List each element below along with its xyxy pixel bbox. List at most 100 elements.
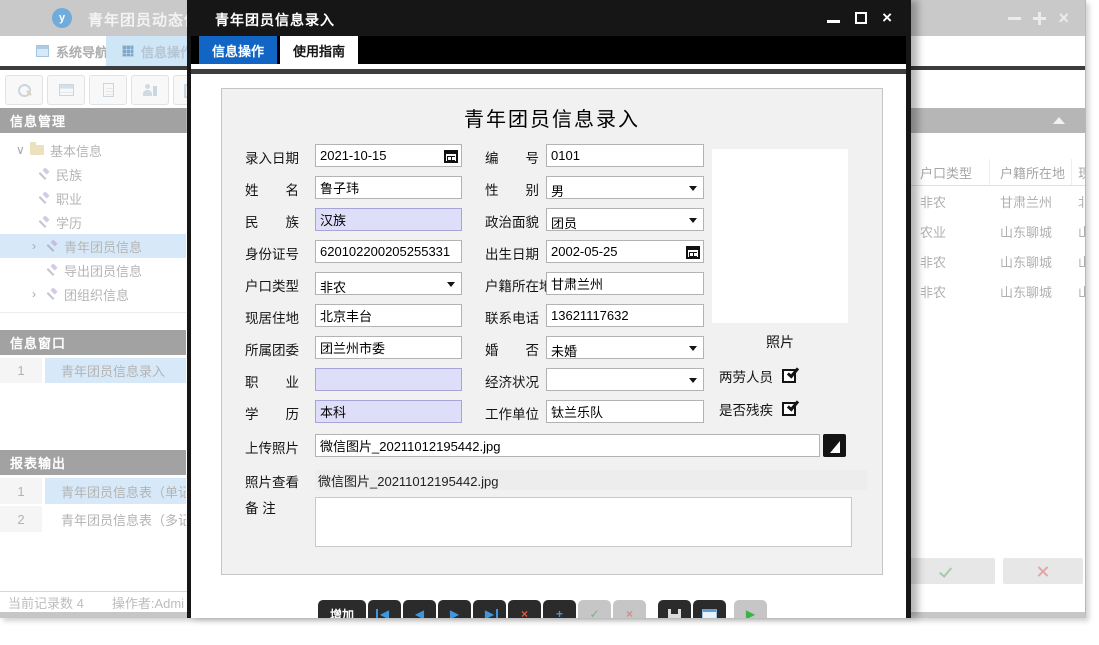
hammer-icon [46, 288, 58, 300]
marital-status-label: 婚 否 [485, 339, 539, 359]
id-number-input[interactable] [316, 241, 461, 262]
restore-icon[interactable] [1033, 12, 1046, 25]
name-input[interactable] [316, 177, 461, 198]
occupation-input[interactable] [316, 369, 461, 390]
x-icon [1037, 565, 1049, 577]
household-type-select[interactable]: 非农 [315, 272, 462, 295]
remark-textarea[interactable] [315, 497, 852, 547]
entry-date-input[interactable] [316, 145, 441, 166]
league-committee-field[interactable] [315, 336, 462, 359]
birth-date-input[interactable] [547, 241, 683, 262]
minimize-icon[interactable] [1008, 17, 1021, 20]
tree-item-basic-info[interactable]: ∨ 基本信息 [0, 138, 186, 162]
residence-field[interactable] [315, 304, 462, 327]
close-icon[interactable]: × [1058, 10, 1069, 26]
calendar-icon[interactable] [683, 243, 702, 261]
delete-button[interactable]: × [508, 600, 541, 618]
cancel-button[interactable]: × [613, 600, 646, 618]
grid-icon [122, 45, 134, 57]
id-number-field[interactable] [315, 240, 462, 263]
confirm-button[interactable]: ✓ [578, 600, 611, 618]
next-record-button[interactable]: ▶ [438, 600, 471, 618]
close-icon[interactable]: × [882, 11, 892, 24]
item-label: 青年团员信息表（多记 [45, 506, 186, 532]
cancel-button[interactable] [1003, 558, 1083, 584]
household-location-field[interactable] [546, 272, 704, 295]
prev-record-button[interactable]: ◀ [403, 600, 436, 618]
upload-photo-input[interactable] [316, 435, 819, 456]
name-field[interactable] [315, 176, 462, 199]
member-stats-button[interactable] [131, 75, 169, 105]
table-row[interactable]: 非农 山东聊城 山 [895, 276, 1086, 306]
tree-item-label: 导出团员信息 [64, 261, 142, 280]
political-status-select[interactable]: 团员 [546, 208, 704, 231]
education-input[interactable] [316, 401, 461, 422]
tree-item-youth-member-info[interactable]: › 青年团员信息 [0, 234, 186, 258]
first-record-button[interactable]: ◀ [368, 600, 401, 618]
entry-date-field[interactable] [315, 144, 462, 167]
work-unit-input[interactable] [547, 401, 703, 422]
section-header-report-output: 报表输出 [0, 450, 186, 475]
ethnicity-input[interactable] [316, 209, 461, 230]
form-view-button[interactable] [693, 600, 726, 618]
birth-date-label: 出生日期 [485, 243, 539, 263]
minimize-icon[interactable] [827, 20, 840, 23]
occupation-field[interactable] [315, 368, 462, 391]
maximize-icon[interactable] [855, 12, 867, 24]
education-field[interactable] [315, 400, 462, 423]
document-icon [103, 83, 114, 97]
phone-input[interactable] [547, 305, 703, 326]
phone-field[interactable] [546, 304, 704, 327]
table-row[interactable]: 非农 甘肃兰州 北 [895, 186, 1086, 216]
calendar-glyph [444, 150, 458, 163]
column-header-residence[interactable]: 现 [1072, 159, 1086, 185]
edit-button[interactable]: + [543, 600, 576, 618]
ethnicity-label: 民 族 [245, 211, 299, 231]
caret-down-icon[interactable]: ∨ [16, 143, 30, 157]
table-view-button[interactable] [47, 75, 85, 105]
tab-user-guide[interactable]: 使用指南 [280, 36, 358, 64]
disability-checkbox-row: 是否残疾 [719, 399, 796, 419]
tree-item-occupation[interactable]: 职业 [0, 186, 186, 210]
birth-date-field[interactable] [546, 240, 704, 263]
table-row[interactable]: 非农 山东聊城 山 [895, 246, 1086, 276]
collapse-up-icon[interactable] [1053, 117, 1065, 124]
calendar-icon[interactable] [441, 147, 460, 165]
tree-item-export-member-info[interactable]: 导出团员信息 [0, 258, 186, 282]
caret-right-icon[interactable]: › [32, 239, 46, 253]
upload-photo-field[interactable] [315, 434, 820, 457]
add-button[interactable]: 增加 [318, 600, 366, 618]
photo-view-value[interactable]: 微信图片_20211012195442.jpg [315, 470, 867, 490]
tree-item-label: 基本信息 [50, 141, 102, 160]
tree-item-label: 民族 [56, 165, 82, 184]
report-item-single[interactable]: 1 青年团员信息表（单记 [0, 478, 186, 504]
info-window-item[interactable]: 1 青年团员信息录入 [0, 358, 186, 383]
serial-number-field[interactable] [546, 144, 704, 167]
column-header-household-location[interactable]: 户籍所在地 [990, 159, 1072, 185]
tree-item-ethnicity[interactable]: 民族 [0, 162, 186, 186]
economic-status-select[interactable] [546, 368, 704, 391]
league-committee-input[interactable] [316, 337, 461, 358]
browse-button[interactable] [823, 434, 846, 457]
ethnicity-field[interactable] [315, 208, 462, 231]
last-record-button[interactable]: ▶ [473, 600, 506, 618]
tree-item-education[interactable]: 学历 [0, 210, 186, 234]
document-button[interactable] [89, 75, 127, 105]
work-unit-field[interactable] [546, 400, 704, 423]
disability-checkbox[interactable] [782, 402, 796, 416]
tab-information-operation[interactable]: 信息操作 [199, 36, 277, 64]
report-item-multi[interactable]: 2 青年团员信息表（多记 [0, 506, 186, 532]
two-labor-checkbox[interactable] [782, 369, 796, 383]
occupation-label: 职 业 [245, 371, 299, 391]
save-button[interactable] [658, 600, 691, 618]
serial-number-input[interactable] [547, 145, 703, 166]
preview-button[interactable] [5, 75, 43, 105]
run-button[interactable]: ▶ [734, 600, 767, 618]
gender-select[interactable]: 男 [546, 176, 704, 199]
table-row[interactable]: 农业 山东聊城 山 [895, 216, 1086, 246]
tree-item-league-org-info[interactable]: › 团组织信息 [0, 282, 186, 306]
residence-input[interactable] [316, 305, 461, 326]
household-location-input[interactable] [547, 273, 703, 294]
marital-status-select[interactable]: 未婚 [546, 336, 704, 359]
caret-right-icon[interactable]: › [32, 287, 46, 301]
